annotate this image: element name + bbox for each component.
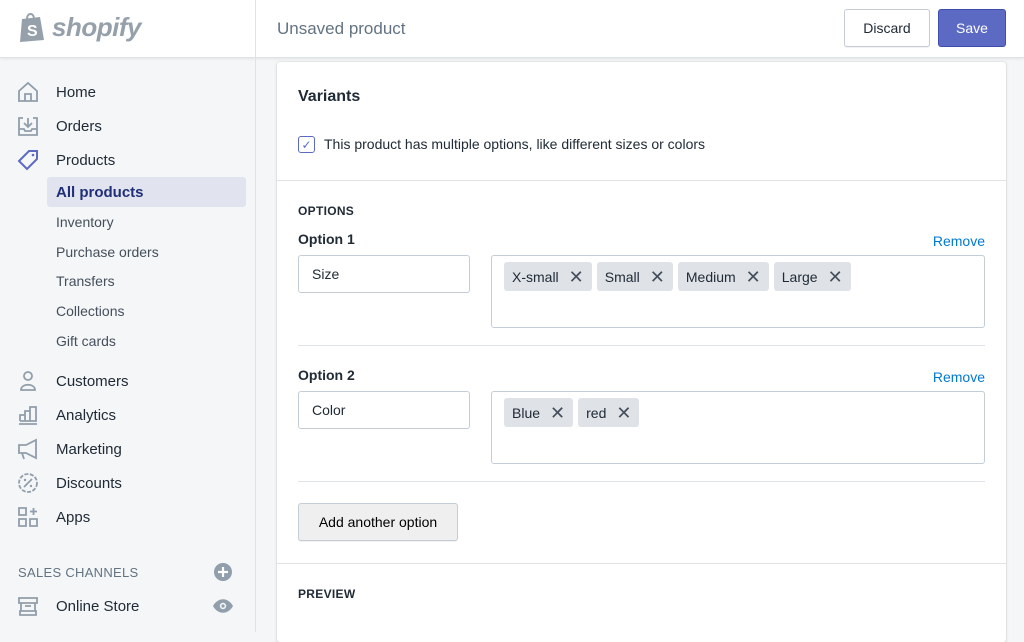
sidebar: Home Orders Products All products Invent… bbox=[0, 58, 255, 632]
option-2-values-input[interactable]: Blue✕ red✕ bbox=[491, 391, 985, 464]
sidebar-subitem-collections[interactable]: Collections bbox=[47, 296, 246, 326]
sidebar-item-orders[interactable]: Orders bbox=[0, 109, 255, 143]
option-value-tag: Large✕ bbox=[774, 262, 851, 291]
divider bbox=[298, 481, 985, 482]
add-another-option-button[interactable]: Add another option bbox=[298, 503, 458, 541]
variants-card: Variants ✓ This product has multiple opt… bbox=[277, 62, 1006, 642]
sidebar-subitem-inventory[interactable]: Inventory bbox=[47, 207, 246, 237]
sidebar-item-home[interactable]: Home bbox=[0, 75, 255, 109]
divider bbox=[277, 180, 1006, 181]
svg-text:S: S bbox=[27, 23, 38, 40]
sidebar-item-customers[interactable]: Customers bbox=[0, 364, 255, 398]
view-store-eye-icon[interactable] bbox=[213, 599, 233, 613]
divider bbox=[298, 345, 985, 346]
option-value-tag: Medium✕ bbox=[678, 262, 769, 291]
store-icon bbox=[17, 595, 39, 617]
remove-tag-icon[interactable]: ✕ bbox=[828, 268, 843, 286]
orders-icon bbox=[17, 115, 39, 137]
megaphone-icon bbox=[17, 438, 39, 460]
bar-chart-icon bbox=[17, 404, 39, 426]
remove-tag-icon[interactable]: ✕ bbox=[569, 268, 584, 286]
sidebar-item-marketing[interactable]: Marketing bbox=[0, 432, 255, 466]
option-value-tag: Blue✕ bbox=[504, 398, 573, 427]
sidebar-item-discounts[interactable]: Discounts bbox=[0, 466, 255, 500]
sidebar-subitem-purchase-orders[interactable]: Purchase orders bbox=[47, 237, 246, 267]
sidebar-item-products[interactable]: Products bbox=[0, 143, 255, 177]
option-value-tag: X-small✕ bbox=[504, 262, 592, 291]
add-channel-icon[interactable] bbox=[214, 563, 232, 581]
person-icon bbox=[17, 370, 39, 392]
sidebar-subitem-all-products[interactable]: All products bbox=[47, 177, 246, 207]
apps-icon bbox=[17, 506, 39, 528]
home-icon bbox=[17, 81, 39, 103]
multiple-options-label[interactable]: This product has multiple options, like … bbox=[324, 136, 705, 152]
remove-tag-icon[interactable]: ✕ bbox=[550, 404, 565, 422]
option-value-tag: Small✕ bbox=[597, 262, 673, 291]
remove-option-2-link[interactable]: Remove bbox=[933, 369, 985, 385]
shopify-logo[interactable]: S shopify bbox=[18, 11, 141, 43]
sales-channels-heading: SALES CHANNELS bbox=[18, 565, 139, 580]
option-value-tag: red✕ bbox=[578, 398, 639, 427]
tag-icon bbox=[17, 149, 39, 171]
divider bbox=[277, 563, 1006, 564]
preview-heading: PREVIEW bbox=[298, 587, 355, 601]
sidebar-divider bbox=[255, 0, 256, 632]
option-1-name-input[interactable]: Size bbox=[298, 255, 470, 293]
sidebar-item-analytics[interactable]: Analytics bbox=[0, 398, 255, 432]
top-bar: S shopify Unsaved product Discard Save bbox=[0, 0, 1024, 58]
sidebar-subitem-transfers[interactable]: Transfers bbox=[47, 266, 246, 296]
shopping-bag-icon: S bbox=[18, 11, 46, 43]
option-1-label: Option 1 bbox=[298, 231, 355, 247]
sidebar-subitem-gift-cards[interactable]: Gift cards bbox=[47, 326, 246, 356]
discount-icon bbox=[17, 472, 39, 494]
discard-button[interactable]: Discard bbox=[844, 9, 930, 47]
option-2-name-input[interactable]: Color bbox=[298, 391, 470, 429]
option-2-label: Option 2 bbox=[298, 367, 355, 383]
save-button[interactable]: Save bbox=[938, 9, 1006, 47]
multiple-options-checkbox[interactable]: ✓ bbox=[298, 136, 315, 153]
remove-option-1-link[interactable]: Remove bbox=[933, 233, 985, 249]
remove-tag-icon[interactable]: ✕ bbox=[650, 268, 665, 286]
remove-tag-icon[interactable]: ✕ bbox=[616, 404, 631, 422]
option-1-values-input[interactable]: X-small✕ Small✕ Medium✕ Large✕ bbox=[491, 255, 985, 328]
sidebar-item-apps[interactable]: Apps bbox=[0, 500, 255, 534]
remove-tag-icon[interactable]: ✕ bbox=[746, 268, 761, 286]
options-heading: OPTIONS bbox=[298, 204, 354, 218]
page-title: Unsaved product bbox=[277, 19, 406, 39]
variants-title: Variants bbox=[298, 88, 360, 106]
